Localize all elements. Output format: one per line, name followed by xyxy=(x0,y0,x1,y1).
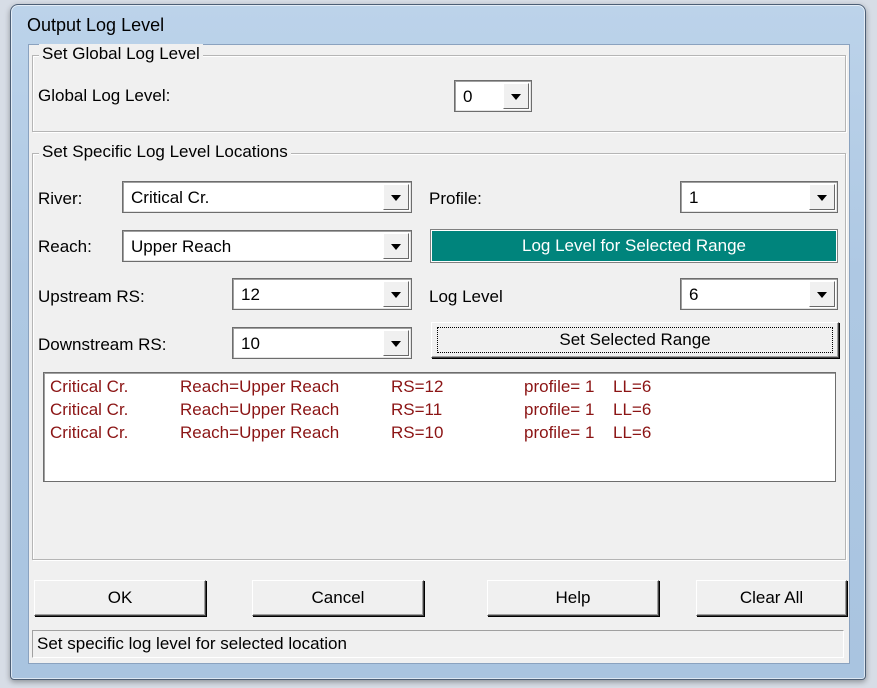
status-text: Set specific log level for selected loca… xyxy=(37,634,347,653)
chevron-down-icon[interactable] xyxy=(383,330,409,356)
downstream-rs-label: Downstream RS: xyxy=(38,335,167,354)
specific-group-title: Set Specific Log Level Locations xyxy=(39,142,291,162)
profile-select[interactable]: 1 xyxy=(680,181,838,213)
river-label: River: xyxy=(38,189,83,208)
log-level-select[interactable]: 6 xyxy=(680,278,838,310)
river-value: Critical Cr. xyxy=(131,188,210,207)
help-button[interactable]: Help xyxy=(487,580,659,616)
profile-value: 1 xyxy=(689,188,699,207)
downstream-rs-select[interactable]: 10 xyxy=(232,327,412,359)
log-level-range-header: Log Level for Selected Range xyxy=(430,229,838,263)
upstream-rs-select[interactable]: 12 xyxy=(232,278,412,310)
specific-log-level-group: Set Specific Log Level Locations River: … xyxy=(32,142,846,560)
log-level-label: Log Level xyxy=(429,287,503,306)
upstream-rs-value: 12 xyxy=(241,285,260,304)
upstream-rs-label: Upstream RS: xyxy=(38,287,145,306)
chevron-down-icon[interactable] xyxy=(503,83,529,109)
status-bar: Set specific log level for selected loca… xyxy=(32,630,844,658)
downstream-rs-value: 10 xyxy=(241,334,260,353)
global-log-level-value: 0 xyxy=(463,87,473,106)
log-locations-list[interactable]: Critical Cr. Reach=Upper Reach RS=12 pro… xyxy=(43,372,836,482)
set-selected-range-button[interactable]: Set Selected Range xyxy=(431,322,839,358)
dialog-client-area: Set Global Log Level Global Log Level: 0… xyxy=(28,44,850,664)
reach-value: Upper Reach xyxy=(131,237,232,256)
reach-select[interactable]: Upper Reach xyxy=(122,230,412,262)
clear-all-button[interactable]: Clear All xyxy=(696,580,847,616)
global-log-level-label: Global Log Level: xyxy=(38,86,171,105)
global-log-level-group: Set Global Log Level Global Log Level: 0 xyxy=(32,44,846,132)
river-select[interactable]: Critical Cr. xyxy=(122,181,412,213)
chevron-down-icon[interactable] xyxy=(809,281,835,307)
ok-button[interactable]: OK xyxy=(34,580,206,616)
reach-label: Reach: xyxy=(38,237,92,256)
global-group-title: Set Global Log Level xyxy=(39,44,203,64)
profile-label: Profile: xyxy=(429,189,482,208)
global-log-level-select[interactable]: 0 xyxy=(454,80,532,112)
window-title: Output Log Level xyxy=(27,15,165,35)
chevron-down-icon[interactable] xyxy=(383,233,409,259)
chevron-down-icon[interactable] xyxy=(383,281,409,307)
chevron-down-icon[interactable] xyxy=(809,184,835,210)
title-bar[interactable]: Output Log Level xyxy=(11,5,865,45)
chevron-down-icon[interactable] xyxy=(383,184,409,210)
output-log-level-dialog: Output Log Level Set Global Log Level Gl… xyxy=(10,4,866,680)
cancel-button[interactable]: Cancel xyxy=(252,580,424,616)
log-level-value: 6 xyxy=(689,285,699,304)
